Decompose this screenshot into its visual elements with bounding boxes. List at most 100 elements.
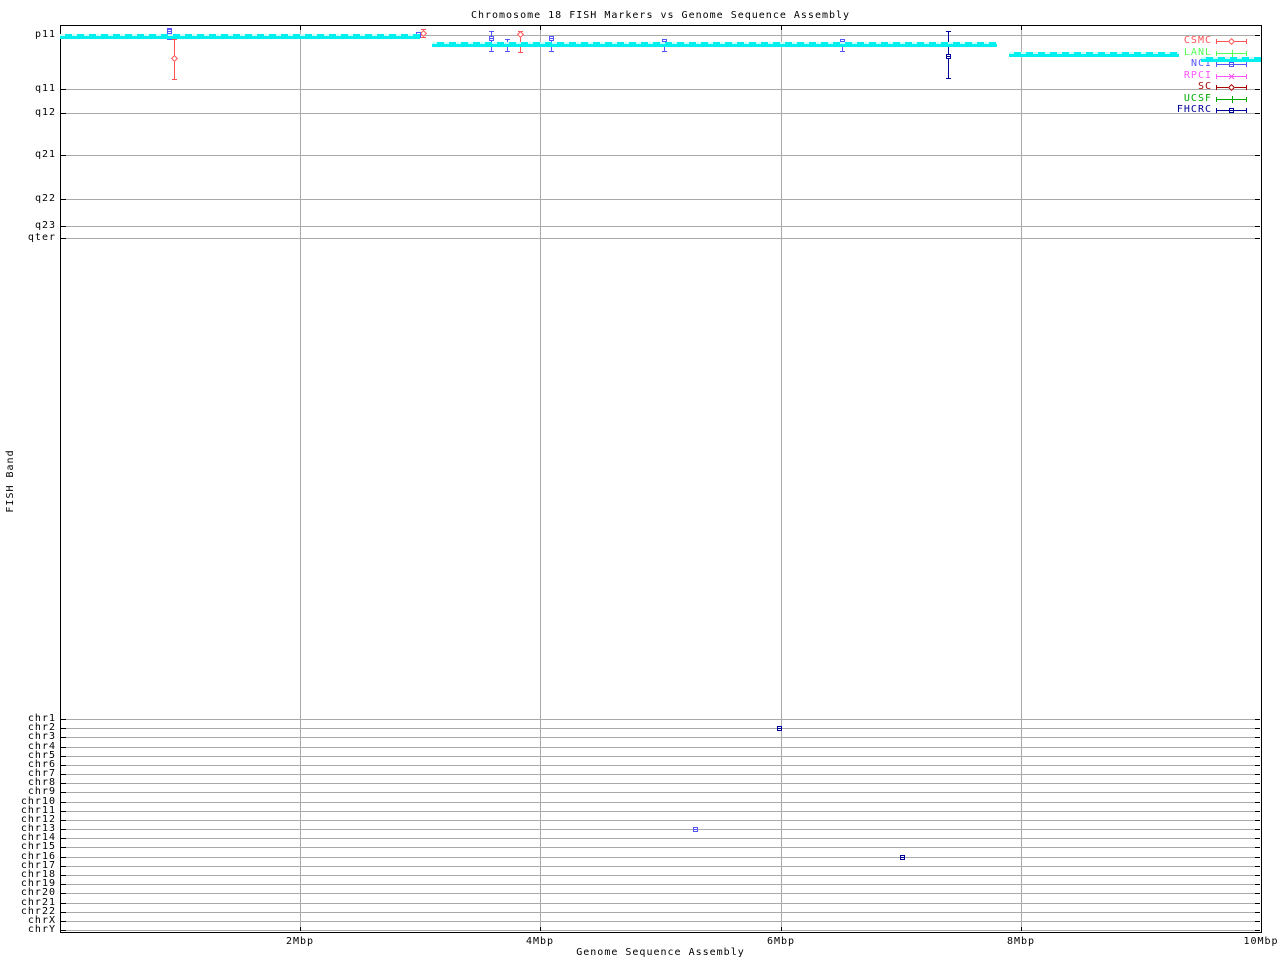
legend-sample-cap-r-FHCRC (1246, 108, 1247, 113)
gridline-q21 (61, 155, 1260, 156)
ytick-right-chr6 (1255, 765, 1260, 766)
ytick-left-chr18 (61, 875, 66, 876)
ytick-right-chr11 (1255, 811, 1260, 812)
ytick-left-q12 (61, 113, 66, 114)
band-line-segment-4 (1201, 57, 1261, 62)
xtick-label-8Mbp: 8Mbp (1006, 936, 1036, 947)
plot-border (60, 25, 1262, 933)
legend-label-RPCI: RPCI (1183, 70, 1212, 81)
point-FHCRC-square-marker (900, 855, 905, 860)
xtick-top-8Mbp (1021, 26, 1022, 30)
vgridline-6Mbp (781, 26, 782, 931)
gridline-chr10 (61, 802, 1260, 803)
gridline-chr3 (61, 737, 1260, 738)
ytick-right-q22 (1255, 199, 1260, 200)
ytick-left-chr16 (61, 857, 66, 858)
gridline-chr8 (61, 783, 1260, 784)
legend-sample-cap-l-NCI (1216, 62, 1217, 67)
point-NCI-square-marker (549, 36, 554, 41)
gridline-chr18 (61, 875, 1260, 876)
vgridline-4Mbp (540, 26, 541, 931)
ytick-left-chrY (61, 930, 66, 931)
gridline-chr22 (61, 912, 1260, 913)
legend-FHCRC-square-marker (1229, 108, 1234, 113)
ytick-left-chr21 (61, 903, 66, 904)
point-FHCRC-square-dash (778, 728, 781, 729)
point-FHCRC-square-dash (901, 857, 904, 858)
legend-label-UCSF: UCSF (1183, 93, 1212, 104)
ytick-label-p11: p11 (34, 29, 56, 40)
legend-label-CSMC: CSMC (1183, 35, 1212, 46)
gridline-q23 (61, 226, 1260, 227)
point-CSMC-cap-bot (518, 52, 523, 53)
point-NCI-cap-bot (167, 39, 172, 40)
ytick-right-chr12 (1255, 820, 1260, 821)
band-line-segment-2 (432, 42, 997, 47)
ytick-right-chr22 (1255, 912, 1260, 913)
xtick-top-4Mbp (540, 26, 541, 30)
legend-sample-cap-l-CSMC (1216, 39, 1217, 44)
ytick-right-chr16 (1255, 857, 1260, 858)
point-NCI-cap-top (505, 39, 510, 40)
ytick-left-chr20 (61, 893, 66, 894)
gridline-chr17 (61, 866, 1260, 867)
ytick-label-q22: q22 (34, 193, 56, 204)
gridline-chr9 (61, 792, 1260, 793)
gridline-chr12 (61, 820, 1260, 821)
point-NCI-square-dash (168, 31, 171, 32)
legend-sample-cap-r-LANL (1246, 51, 1247, 56)
x-axis-title: Genome Sequence Assembly (576, 947, 745, 958)
ytick-right-chr4 (1255, 747, 1260, 748)
gridline-chr11 (61, 811, 1260, 812)
xtick-label-4Mbp: 4Mbp (525, 936, 555, 947)
legend-sample-cap-r-RPCI (1246, 74, 1247, 79)
ytick-left-chr6 (61, 765, 66, 766)
ytick-left-q22 (61, 199, 66, 200)
gridline-q11 (61, 89, 1260, 90)
ytick-left-chr8 (61, 783, 66, 784)
ytick-right-qter (1255, 238, 1260, 239)
xtick-label-6Mbp: 6Mbp (766, 936, 796, 947)
y-axis-title: FISH Band (5, 449, 16, 513)
legend-sample-cap-l-UCSF (1216, 97, 1217, 102)
gridline-chr16 (61, 857, 1260, 858)
xtick-bottom-4Mbp (540, 927, 541, 931)
point-NCI-cap-bot (489, 51, 494, 52)
xtick-bottom-6Mbp (781, 927, 782, 931)
ytick-right-chr19 (1255, 884, 1260, 885)
xtick-top-10Mbp (1261, 26, 1262, 30)
ytick-right-chr2 (1255, 728, 1260, 729)
ytick-left-chr9 (61, 792, 66, 793)
gridline-q12 (61, 113, 1260, 114)
point-NCI-square-dash (694, 829, 697, 830)
ytick-right-chr7 (1255, 774, 1260, 775)
ytick-left-chr5 (61, 756, 66, 757)
legend-NCI-square-marker (1229, 62, 1234, 67)
ytick-left-chr4 (61, 747, 66, 748)
point-FHCRC-square-dash (947, 56, 950, 57)
point-NCI-errorbar (491, 31, 492, 51)
chart-title: Chromosome 18 FISH Markers vs Genome Seq… (470, 10, 851, 21)
vgridline-2Mbp (300, 26, 301, 931)
plot-area: Chromosome 18 FISH Markers vs Genome Seq… (0, 0, 1280, 960)
ytick-left-chr17 (61, 866, 66, 867)
legend-label-SC: SC (1197, 81, 1212, 92)
point-FHCRC-square-marker (777, 726, 782, 731)
ytick-left-chr1 (61, 719, 66, 720)
ytick-right-chrY (1255, 930, 1260, 931)
legend-sample-cap-l-LANL (1216, 51, 1217, 56)
ytick-label-qter: qter (27, 232, 56, 243)
ytick-label-q23: q23 (34, 220, 56, 231)
point-FHCRC-square-marker (946, 54, 951, 59)
xtick-label-10Mbp: 10Mbp (1243, 936, 1279, 947)
ytick-right-chr1 (1255, 719, 1260, 720)
ytick-right-chr15 (1255, 847, 1260, 848)
ytick-right-chr5 (1255, 756, 1260, 757)
ytick-right-q21 (1255, 155, 1260, 156)
gridline-chr14 (61, 838, 1260, 839)
ytick-right-chr18 (1255, 875, 1260, 876)
point-NCI-square-marker (489, 36, 494, 41)
point-CSMC-cap-bot (421, 37, 426, 38)
gridline-chrY (61, 930, 1260, 931)
point-NCI-square-dash (490, 38, 493, 39)
